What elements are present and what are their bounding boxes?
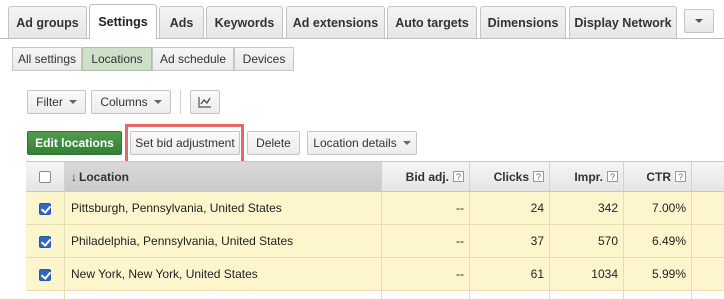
help-icon[interactable]: ?: [533, 171, 544, 182]
column-divider: [691, 192, 692, 299]
chevron-down-icon: [402, 141, 411, 145]
delete-button[interactable]: Delete: [247, 131, 300, 155]
ctr-cell: 5.99%: [651, 267, 686, 281]
sort-arrow-icon: ↓: [71, 169, 77, 184]
tab-display-network[interactable]: Display Network: [569, 6, 677, 38]
column-divider: [623, 192, 624, 299]
column-label-ctr: CTR: [646, 169, 671, 184]
column-divider: [469, 192, 470, 299]
edit-locations-button[interactable]: Edit locations: [27, 131, 122, 155]
tab-ad-extensions[interactable]: Ad extensions: [286, 6, 385, 38]
select-all-checkbox[interactable]: [39, 171, 51, 183]
set-bid-adjustment-button[interactable]: Set bid adjustment: [130, 131, 240, 155]
bid-adj-cell[interactable]: --: [381, 192, 469, 224]
tab-settings[interactable]: Settings: [89, 4, 157, 39]
columns-button[interactable]: Columns: [91, 90, 171, 114]
impr-cell: 570: [597, 234, 618, 248]
row-checkbox[interactable]: [39, 203, 51, 215]
more-tabs-button[interactable]: [684, 9, 714, 33]
help-icon[interactable]: ?: [453, 171, 464, 182]
help-icon[interactable]: ?: [675, 171, 686, 182]
column-label-bid-adj: Bid adj.: [405, 169, 449, 184]
column-divider: [381, 192, 382, 299]
tab-ads[interactable]: Ads: [159, 6, 204, 38]
header-select-cell: [26, 162, 64, 191]
column-header-location[interactable]: ↓ Location: [64, 162, 381, 191]
chevron-down-icon: [695, 19, 703, 23]
table-row[interactable]: Philadelphia, Pennsylvania, United State…: [26, 225, 724, 258]
clicks-cell: 24: [530, 201, 544, 215]
location-cell[interactable]: Pittsburgh, Pennsylvania, United States: [71, 192, 381, 224]
column-label-location: Location: [79, 169, 129, 184]
row-checkbox[interactable]: [39, 236, 51, 248]
column-header-clicks[interactable]: Clicks ?: [469, 162, 549, 191]
column-header-more: [691, 162, 724, 191]
subtab-devices[interactable]: Devices: [234, 47, 294, 71]
column-header-impr[interactable]: Impr. ?: [549, 162, 623, 191]
subtab-ad-schedule[interactable]: Ad schedule: [152, 47, 234, 71]
line-chart-icon: [198, 97, 211, 108]
bid-adj-cell[interactable]: --: [381, 258, 469, 290]
location-cell[interactable]: New York, New York, United States: [71, 258, 381, 290]
help-icon[interactable]: ?: [607, 171, 618, 182]
chart-toggle-button[interactable]: [190, 90, 220, 114]
tab-dimensions[interactable]: Dimensions: [480, 6, 566, 38]
filter-button[interactable]: Filter: [27, 90, 86, 114]
column-divider: [549, 192, 550, 299]
column-label-impr: Impr.: [574, 169, 603, 184]
chevron-down-icon: [153, 100, 162, 104]
subtab-all-settings[interactable]: All settings: [12, 47, 82, 71]
ctr-cell: 7.00%: [651, 201, 686, 215]
location-details-label: Location details: [313, 136, 397, 150]
tab-auto-targets[interactable]: Auto targets: [387, 6, 477, 38]
ctr-cell: 6.49%: [651, 234, 686, 248]
toolbar-divider: [180, 90, 181, 114]
filter-label: Filter: [36, 95, 63, 109]
bid-adj-cell[interactable]: --: [381, 225, 469, 257]
row-checkbox[interactable]: [39, 269, 51, 281]
column-header-bid-adj[interactable]: Bid adj. ?: [381, 162, 469, 191]
subtab-locations[interactable]: Locations: [82, 47, 152, 71]
table-header: ↓ Location Bid adj. ? Clicks ? Impr. ? C…: [26, 161, 724, 192]
clicks-cell: 37: [530, 234, 544, 248]
column-label-clicks: Clicks: [493, 169, 529, 184]
impr-cell: 342: [597, 201, 618, 215]
chevron-down-icon: [68, 100, 77, 104]
main-tab-bar: Ad groups Settings Ads Keywords Ad exten…: [0, 0, 724, 40]
clicks-cell: 61: [530, 267, 544, 281]
columns-label: Columns: [100, 95, 148, 109]
tab-keywords[interactable]: Keywords: [206, 6, 283, 38]
location-cell[interactable]: Philadelphia, Pennsylvania, United State…: [71, 225, 381, 257]
column-header-ctr[interactable]: CTR ?: [623, 162, 691, 191]
impr-cell: 1034: [591, 267, 618, 281]
location-details-button[interactable]: Location details: [307, 131, 417, 155]
tab-ad-groups[interactable]: Ad groups: [8, 6, 87, 38]
column-divider: [64, 192, 65, 299]
table-row[interactable]: Pittsburgh, Pennsylvania, United States …: [26, 192, 724, 225]
table-row[interactable]: New York, New York, United States -- 61 …: [26, 258, 724, 291]
